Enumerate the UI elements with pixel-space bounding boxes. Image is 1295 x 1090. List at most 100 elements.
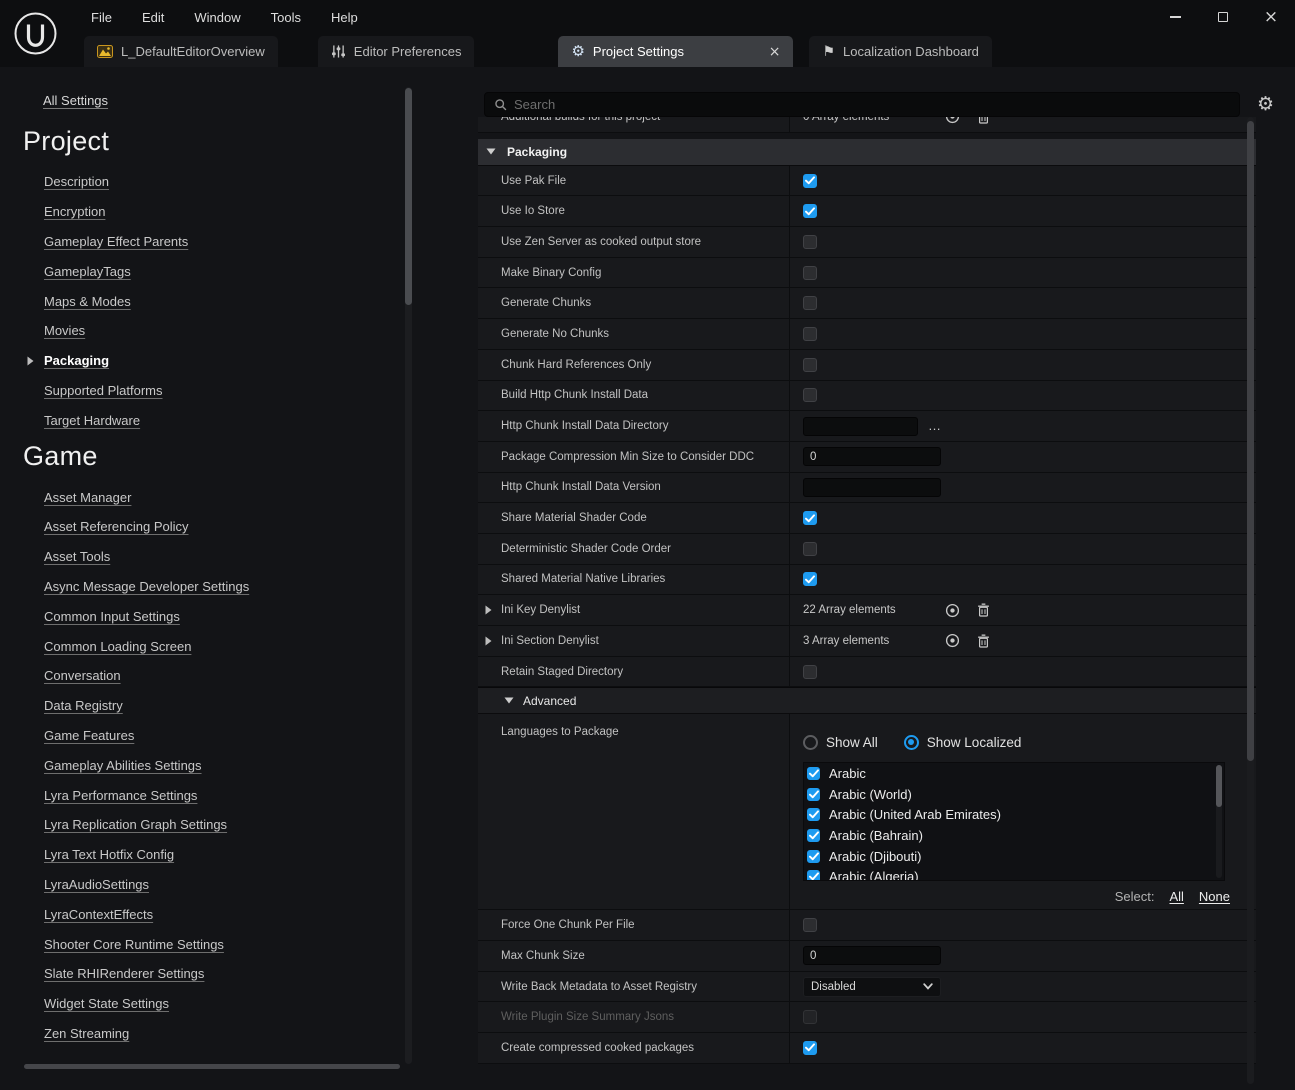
sidebar-item-zen-streaming[interactable]: Zen Streaming [44, 1019, 460, 1049]
expand-arrow-icon[interactable] [485, 605, 492, 615]
packaging-section-header[interactable]: Packaging [478, 139, 1256, 166]
select-all-link[interactable]: All [1169, 889, 1183, 904]
text-field[interactable] [803, 478, 941, 497]
add-array-element-icon[interactable] [945, 633, 960, 648]
tab-editor-preferences[interactable]: Editor Preferences [318, 36, 475, 67]
close-button[interactable]: × [1247, 0, 1295, 34]
checkbox-unchecked[interactable] [803, 1010, 817, 1024]
menu-help[interactable]: Help [316, 7, 373, 28]
sidebar-item-data-registry[interactable]: Data Registry [44, 691, 460, 721]
menu-window[interactable]: Window [179, 7, 255, 28]
radio-show-localized[interactable]: Show Localized [904, 735, 1022, 750]
sidebar-item-movies[interactable]: Movies [44, 316, 460, 346]
sidebar-item-target-hardware[interactable]: Target Hardware [44, 405, 460, 435]
sidebar-item-async-message-developer-settings[interactable]: Async Message Developer Settings [44, 572, 460, 602]
language-item-arabic-algeria[interactable]: Arabic (Algeria) [804, 866, 1224, 881]
checkbox-unchecked[interactable] [803, 665, 817, 679]
radio-show-all[interactable]: Show All [803, 735, 878, 750]
tab-project-settings[interactable]: ⚙Project Settings× [558, 36, 793, 67]
minimize-button[interactable] [1151, 0, 1199, 34]
menu-file[interactable]: File [76, 7, 127, 28]
language-item-arabic-united-arab-emirates[interactable]: Arabic (United Arab Emirates) [804, 805, 1224, 826]
language-item-arabic-djibouti[interactable]: Arabic (Djibouti) [804, 846, 1224, 867]
add-array-element-icon[interactable] [945, 117, 960, 124]
all-settings-link[interactable]: All Settings [43, 93, 108, 108]
checkbox-checked[interactable] [807, 850, 820, 863]
checkbox-checked[interactable] [803, 572, 817, 586]
checkbox-checked[interactable] [803, 204, 817, 218]
language-item-arabic-world[interactable]: Arabic (World) [804, 784, 1224, 805]
select-none-link[interactable]: None [1199, 889, 1230, 904]
sidebar-item-lyra-replication-graph-settings[interactable]: Lyra Replication Graph Settings [44, 810, 460, 840]
checkbox-unchecked[interactable] [803, 266, 817, 280]
dropdown-value: Disabled [811, 981, 856, 993]
sidebar-item-gameplaytags[interactable]: GameplayTags [44, 256, 460, 286]
sidebar-item-maps-modes[interactable]: Maps & Modes [44, 286, 460, 316]
sidebar-item-asset-manager[interactable]: Asset Manager [44, 482, 460, 512]
sidebar-item-common-input-settings[interactable]: Common Input Settings [44, 601, 460, 631]
settings-gear-button[interactable]: ⚙ [1257, 95, 1274, 114]
sidebar-item-widget-state-settings[interactable]: Widget State Settings [44, 989, 460, 1019]
checkbox-checked[interactable] [807, 870, 820, 881]
menu-tools[interactable]: Tools [256, 7, 316, 28]
sidebar-item-shooter-core-runtime-settings[interactable]: Shooter Core Runtime Settings [44, 929, 460, 959]
sidebar-item-game-features[interactable]: Game Features [44, 721, 460, 751]
tab-l-defaulteditoroverview[interactable]: L_DefaultEditorOverview [84, 36, 278, 67]
tab-localization-dashboard[interactable]: ⚑Localization Dashboard [809, 36, 991, 67]
text-field[interactable] [803, 946, 941, 965]
maximize-button[interactable] [1199, 0, 1247, 34]
scrollbar-thumb[interactable] [1216, 765, 1222, 807]
checkbox-checked[interactable] [807, 808, 820, 821]
checkbox-unchecked[interactable] [803, 235, 817, 249]
checkbox-checked[interactable] [803, 1041, 817, 1055]
checkbox-checked[interactable] [807, 829, 820, 842]
checkbox-unchecked[interactable] [803, 542, 817, 556]
checkbox-unchecked[interactable] [803, 918, 817, 932]
languages-scrollbar[interactable] [1216, 765, 1222, 878]
main-scrollbar[interactable] [1247, 117, 1254, 1084]
text-field[interactable] [803, 417, 918, 436]
checkbox-unchecked[interactable] [803, 296, 817, 310]
sidebar-item-encryption[interactable]: Encryption [44, 197, 460, 227]
advanced-section-header[interactable]: Advanced [478, 687, 1256, 714]
sidebar-item-slate-rhirenderer-settings[interactable]: Slate RHIRenderer Settings [44, 959, 460, 989]
sidebar-item-supported-platforms[interactable]: Supported Platforms [44, 376, 460, 406]
ellipsis-button[interactable]: … [928, 419, 942, 433]
tab-close-icon[interactable]: × [769, 44, 781, 59]
scrollbar-thumb[interactable] [405, 88, 412, 305]
sidebar-item-gameplay-abilities-settings[interactable]: Gameplay Abilities Settings [44, 750, 460, 780]
expand-arrow-icon[interactable] [485, 636, 492, 646]
sidebar-item-lyracontexteffects[interactable]: LyraContextEffects [44, 899, 460, 929]
checkbox-unchecked[interactable] [803, 358, 817, 372]
menu-edit[interactable]: Edit [127, 7, 179, 28]
sidebar-item-description[interactable]: Description [44, 167, 460, 197]
text-field[interactable] [803, 447, 941, 466]
scrollbar-thumb[interactable] [1247, 121, 1254, 761]
search-box[interactable] [484, 92, 1240, 117]
sidebar-item-gameplay-effect-parents[interactable]: Gameplay Effect Parents [44, 227, 460, 257]
checkbox-unchecked[interactable] [803, 388, 817, 402]
dropdown-write-back-metadata-to-asset-registry[interactable]: Disabled [803, 977, 941, 997]
sidebar-item-common-loading-screen[interactable]: Common Loading Screen [44, 631, 460, 661]
add-array-element-icon[interactable] [945, 603, 960, 618]
checkbox-checked[interactable] [803, 511, 817, 525]
sidebar-item-asset-tools[interactable]: Asset Tools [44, 542, 460, 572]
checkbox-checked[interactable] [807, 788, 820, 801]
clear-array-icon[interactable] [977, 603, 990, 617]
clear-array-icon[interactable] [977, 634, 990, 648]
checkbox-checked[interactable] [807, 767, 820, 780]
sidebar-item-lyraaudiosettings[interactable]: LyraAudioSettings [44, 870, 460, 900]
sidebar-horizontal-scrollbar[interactable] [24, 1064, 400, 1069]
sidebar-scrollbar[interactable] [405, 87, 412, 1064]
clear-array-icon[interactable] [977, 117, 990, 124]
sidebar-item-packaging[interactable]: Packaging [44, 346, 460, 376]
sidebar-item-conversation[interactable]: Conversation [44, 661, 460, 691]
checkbox-checked[interactable] [803, 174, 817, 188]
sidebar-item-lyra-performance-settings[interactable]: Lyra Performance Settings [44, 780, 460, 810]
checkbox-unchecked[interactable] [803, 327, 817, 341]
language-item-arabic[interactable]: Arabic [804, 763, 1224, 784]
sidebar-item-lyra-text-hotfix-config[interactable]: Lyra Text Hotfix Config [44, 840, 460, 870]
language-item-arabic-bahrain[interactable]: Arabic (Bahrain) [804, 825, 1224, 846]
search-input[interactable] [514, 97, 1230, 112]
sidebar-item-asset-referencing-policy[interactable]: Asset Referencing Policy [44, 512, 460, 542]
